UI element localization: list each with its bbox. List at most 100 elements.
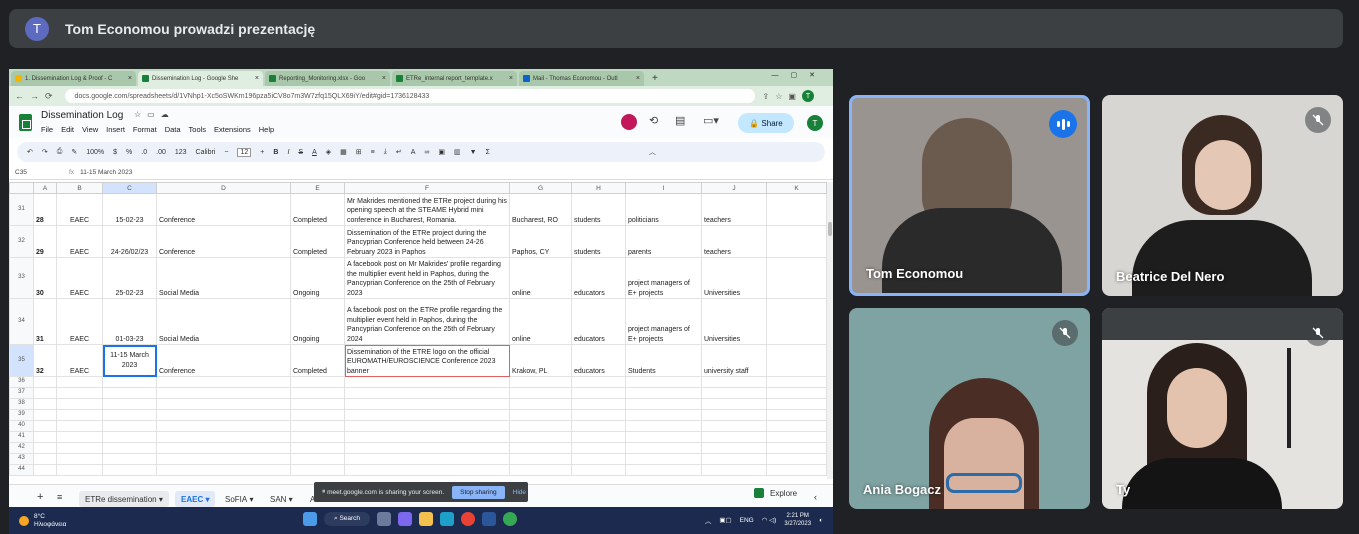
print-icon[interactable]: ⎙: [57, 148, 63, 156]
word-icon[interactable]: [482, 512, 497, 526]
percent-button[interactable]: %: [126, 149, 132, 156]
clock[interactable]: 2:21 PM 3/27/2023: [784, 512, 811, 528]
paint-format-icon[interactable]: ✎: [71, 148, 77, 156]
table-cell[interactable]: [766, 257, 827, 299]
increase-decimal-button[interactable]: .00: [156, 149, 166, 156]
table-cell[interactable]: 01-03-23: [102, 298, 157, 345]
link-icon[interactable]: ∞: [424, 149, 429, 156]
table-cell[interactable]: [766, 344, 827, 377]
document-title[interactable]: Dissemination Log: [41, 110, 123, 121]
close-tab-icon[interactable]: ×: [255, 75, 259, 82]
column-header[interactable]: B: [56, 182, 103, 194]
language-indicator[interactable]: ENG: [740, 517, 754, 524]
column-header[interactable]: F: [344, 182, 510, 194]
table-cell[interactable]: A facebook post on Mr Makrides' profile …: [344, 257, 510, 299]
collaborator-avatar[interactable]: [621, 114, 637, 130]
menu-help[interactable]: Help: [259, 125, 274, 134]
table-cell[interactable]: Completed: [290, 344, 345, 377]
redo-icon[interactable]: ↷: [42, 148, 48, 156]
all-sheets-icon[interactable]: ≡: [57, 492, 62, 502]
borders-icon[interactable]: ▦: [340, 148, 347, 156]
table-cell[interactable]: online: [509, 298, 572, 345]
row-header[interactable]: 31: [9, 193, 34, 226]
meet-icon[interactable]: ▭▾: [703, 114, 719, 127]
browser-tab[interactable]: ETRe_internal report_template.x ×: [392, 71, 517, 86]
participant-tile[interactable]: Ania Bogacz: [849, 308, 1090, 509]
column-header[interactable]: I: [625, 182, 702, 194]
font-size-field[interactable]: 12: [237, 147, 252, 157]
number-format-button[interactable]: 123: [175, 149, 187, 156]
share-star-icons[interactable]: ⇪☆▣: [763, 92, 802, 101]
chrome-icon[interactable]: [461, 512, 476, 526]
row-header[interactable]: 41: [9, 431, 34, 443]
table-cell[interactable]: Completed: [290, 193, 345, 226]
row-header[interactable]: 36: [9, 376, 34, 388]
zoom-select[interactable]: 100%: [86, 149, 104, 156]
menu-extensions[interactable]: Extensions: [214, 125, 251, 134]
row-header[interactable]: 40: [9, 420, 34, 432]
table-cell[interactable]: A facebook post on the ETRe profile rega…: [344, 298, 510, 345]
formula-input[interactable]: 11-15 March 2023: [80, 169, 132, 176]
table-cell[interactable]: Paphos, CY: [509, 225, 572, 258]
column-header[interactable]: H: [571, 182, 626, 194]
table-cell[interactable]: Conference: [156, 225, 291, 258]
table-cell[interactable]: project managers of E+ projects: [625, 298, 702, 345]
vertical-scrollbar[interactable]: [827, 182, 833, 479]
table-cell[interactable]: Dissemination of the ETRE logo on the of…: [344, 344, 510, 377]
row-header[interactable]: 43: [9, 453, 34, 465]
wifi-volume-icon[interactable]: ◠ ◁): [762, 516, 777, 524]
table-cell[interactable]: Dissemination of the ETRe project during…: [344, 225, 510, 258]
row-header[interactable]: 32: [9, 225, 34, 258]
sheet-tab-active[interactable]: EAEC ▾: [175, 491, 216, 507]
table-cell[interactable]: Conference: [156, 193, 291, 226]
merge-icon[interactable]: ⊞: [356, 148, 362, 156]
table-cell[interactable]: 25-02-23: [102, 257, 157, 299]
table-cell[interactable]: educators: [571, 298, 626, 345]
cell-reference[interactable]: C35: [9, 169, 69, 176]
table-cell[interactable]: politicians: [625, 193, 702, 226]
table-cell[interactable]: students: [571, 193, 626, 226]
task-view-icon[interactable]: [377, 512, 392, 526]
table-cell[interactable]: Mr Makrides mentioned the ETRe project d…: [344, 193, 510, 226]
comment-icon[interactable]: ▤: [675, 114, 685, 127]
decrease-decimal-button[interactable]: .0: [141, 149, 147, 156]
bold-icon[interactable]: B: [273, 149, 278, 156]
row-header[interactable]: 42: [9, 442, 34, 454]
table-cell[interactable]: Conference: [156, 344, 291, 377]
tray-chevron-icon[interactable]: ︿: [705, 515, 712, 525]
font-select[interactable]: Calibri: [196, 149, 216, 156]
table-cell[interactable]: students: [571, 225, 626, 258]
table-cell[interactable]: EAEC: [56, 193, 103, 226]
collapse-side-icon[interactable]: ‹: [814, 492, 817, 502]
column-header[interactable]: C: [102, 182, 157, 194]
fill-color-icon[interactable]: ◈: [326, 148, 331, 156]
select-all-corner[interactable]: [9, 182, 34, 194]
teams-icon[interactable]: [398, 512, 413, 526]
add-sheet-icon[interactable]: +: [37, 491, 43, 503]
user-avatar[interactable]: T: [807, 115, 823, 131]
functions-icon[interactable]: Σ: [486, 149, 490, 156]
history-icon[interactable]: ⟲: [649, 114, 658, 127]
table-cell[interactable]: parents: [625, 225, 702, 258]
column-header[interactable]: J: [701, 182, 767, 194]
table-cell[interactable]: Krakow, PL: [509, 344, 572, 377]
align-icon[interactable]: ≡: [371, 149, 375, 156]
table-cell[interactable]: 30: [33, 257, 57, 299]
table-cell[interactable]: Ongoing: [290, 298, 345, 345]
table-cell[interactable]: university staff: [701, 344, 767, 377]
chrome-profile-icon[interactable]: [503, 512, 518, 526]
table-cell[interactable]: 15-02-23: [102, 193, 157, 226]
sheet-tab[interactable]: SoFIA ▾: [219, 491, 259, 507]
row-header[interactable]: 37: [9, 387, 34, 399]
close-tab-icon[interactable]: ×: [636, 75, 640, 82]
table-cell[interactable]: Bucharest, RO: [509, 193, 572, 226]
font-size-decrease[interactable]: −: [224, 149, 228, 156]
menu-tools[interactable]: Tools: [189, 125, 207, 134]
nav-buttons[interactable]: ←→⟳: [15, 91, 59, 102]
table-cell[interactable]: Universities: [701, 298, 767, 345]
row-header[interactable]: 33: [9, 257, 34, 299]
start-icon[interactable]: [303, 512, 317, 526]
browser-tab[interactable]: Mail - Thomas Economou - Outl ×: [519, 71, 644, 86]
table-cell[interactable]: 24-26/02/23: [102, 225, 157, 258]
collapse-toolbar-icon[interactable]: ︿: [649, 147, 656, 157]
